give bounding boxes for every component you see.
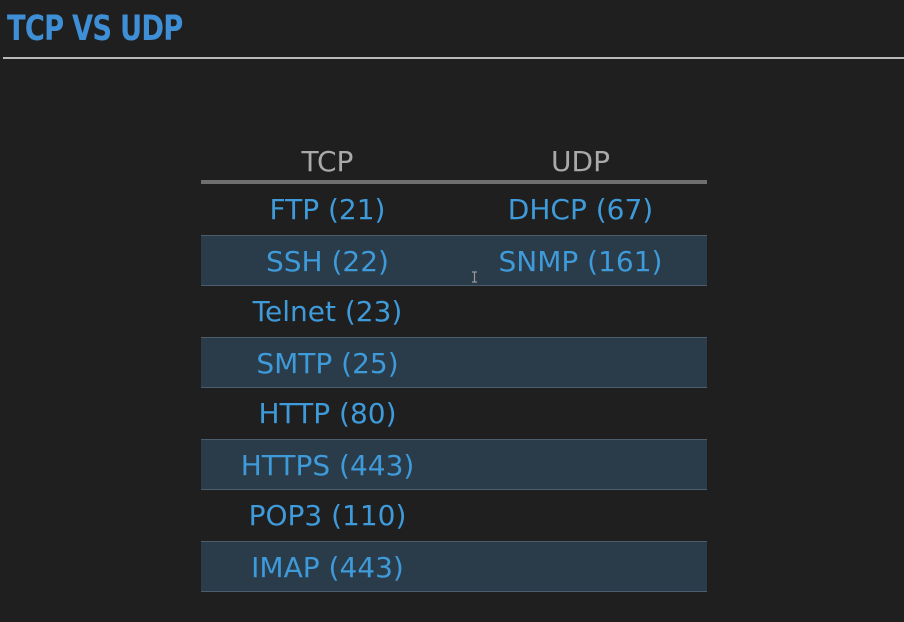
title-divider [3, 57, 904, 59]
table-row: Telnet (23) [201, 286, 707, 337]
table-header: TCP UDP [201, 140, 707, 184]
udp-cell [454, 286, 707, 337]
table-row: SSH (22) SNMP (161) [201, 235, 707, 286]
tcp-cell: HTTP (80) [258, 397, 397, 430]
tcp-cell: IMAP (443) [251, 551, 404, 584]
udp-cell [454, 388, 707, 439]
header-tcp: TCP [301, 145, 354, 178]
header-udp: UDP [551, 145, 610, 178]
udp-cell [454, 440, 707, 489]
protocol-table: TCP UDP FTP (21) DHCP (67) SSH (22) SNMP… [201, 140, 707, 592]
table-row: HTTP (80) [201, 388, 707, 439]
table-row: FTP (21) DHCP (67) [201, 184, 707, 235]
table-row: SMTP (25) [201, 337, 707, 388]
table-row: POP3 (110) [201, 490, 707, 541]
table-row: IMAP (443) [201, 541, 707, 592]
tcp-cell: Telnet (23) [252, 295, 403, 328]
tcp-cell: POP3 (110) [248, 499, 407, 532]
udp-cell [454, 542, 707, 591]
udp-cell [454, 338, 707, 387]
tcp-cell: SSH (22) [266, 245, 389, 278]
text-cursor-icon [472, 271, 477, 283]
udp-cell [454, 490, 707, 541]
udp-cell: SNMP (161) [498, 245, 663, 278]
tcp-cell: HTTPS (443) [240, 449, 415, 482]
tcp-cell: FTP (21) [269, 193, 386, 226]
udp-cell: DHCP (67) [507, 193, 654, 226]
tcp-cell: SMTP (25) [256, 347, 399, 380]
page-title: TCP VS UDP [7, 9, 183, 49]
table-row: HTTPS (443) [201, 439, 707, 490]
